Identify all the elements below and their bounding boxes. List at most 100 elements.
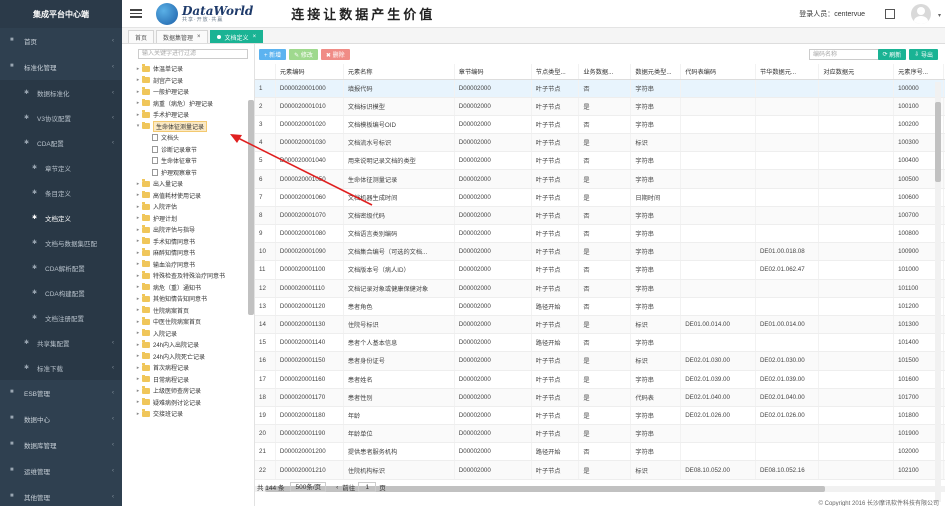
tree-node[interactable]: ▸ 24h内入出院记录 <box>122 339 254 351</box>
tree-node[interactable]: 生命体征章节 <box>122 155 254 167</box>
close-icon[interactable]: × <box>197 34 201 40</box>
tree-node[interactable]: ▸ 交接班记录 <box>122 408 254 420</box>
tree-node[interactable]: 诊断记录章节 <box>122 144 254 156</box>
tree-node[interactable]: ▸ 手术知情同意书 <box>122 236 254 248</box>
column-header[interactable]: 业务数据... <box>578 64 632 80</box>
tree-node[interactable]: ▸ 入院评估 <box>122 201 254 213</box>
table-row[interactable]: 4 D000020001030 文档流水号标识 D00002000 叶子节点是标识 100… <box>255 133 945 153</box>
expand-toggle-icon[interactable]: ▸ <box>134 192 142 198</box>
table-row[interactable]: 16 D000020001150 患者身份证号 D00002000 叶子节点是标识 DE0… <box>255 351 945 371</box>
expand-toggle-icon[interactable]: ▸ <box>134 307 142 313</box>
table-row[interactable]: 3 D000020001020 文档模板编号OID D00002000 叶子节点否字符串… <box>255 115 945 135</box>
tree-node[interactable]: ▸ 输血治疗同意书 <box>122 259 254 271</box>
table-row[interactable]: 17 D000020001160 患者姓名 D00002000 叶子节点是字符串 DE02… <box>255 370 945 389</box>
expand-toggle-icon[interactable]: ▸ <box>134 399 142 405</box>
sidebar-item[interactable]: ✱ 文档定义 <box>0 205 122 230</box>
tree-node[interactable]: ▸ 入院记录 <box>122 328 254 340</box>
expand-toggle-icon[interactable]: ▸ <box>134 342 142 348</box>
sidebar-item[interactable]: ■ 运维管理 ‹ <box>0 458 122 484</box>
table-row[interactable]: 1 D000020001000 填报代码 D00002000 叶子节点否字符串 10000… <box>255 79 945 98</box>
table-row[interactable]: 8 D000020001070 文档密级代码 D00002000 叶子节点否字符串 100… <box>255 206 945 226</box>
expand-toggle-icon[interactable]: ▸ <box>134 388 142 394</box>
expand-toggle-icon[interactable]: ▸ <box>134 238 142 244</box>
sidebar-item[interactable]: ■ 数据库管理 ‹ <box>0 432 122 458</box>
table-row[interactable]: 20 D000020001190 年龄单位 D00002000 叶子节点是字符串 1019… <box>255 424 945 444</box>
table-row[interactable]: 19 D000020001180 年龄 D00002000 叶子节点是字符串 DE02.0… <box>255 406 945 426</box>
expand-toggle-icon[interactable]: ▸ <box>134 227 142 233</box>
tree-node[interactable]: ▸ 首次病程记录 <box>122 362 254 374</box>
expand-toggle-icon[interactable]: ▾ <box>134 123 142 129</box>
expand-toggle-icon[interactable]: ▸ <box>134 284 142 290</box>
column-header[interactable]: 对应数据元 <box>818 64 895 80</box>
tree-node[interactable]: ▸ 出入量记录 <box>122 178 254 190</box>
expand-toggle-icon[interactable]: ▸ <box>134 112 142 118</box>
tree-scrollbar[interactable] <box>248 100 254 315</box>
sidebar-item[interactable]: ✱ 条目定义 <box>0 180 122 205</box>
tree-node[interactable]: ▸ 剖宫产记录 <box>122 75 254 87</box>
expand-toggle-icon[interactable]: ▸ <box>134 66 142 72</box>
table-row[interactable]: 2 D000020001010 文档标识模型 D00002000 叶子节点是字符串 100… <box>255 97 945 116</box>
tree-node[interactable]: ▸ 疑难病例讨论记录 <box>122 397 254 409</box>
tree-node[interactable]: ▸ 高值耗材使用记录 <box>122 190 254 202</box>
table-row[interactable]: 22 D000020001210 住院机构标识 D00002000 叶子节点是标识 DE0… <box>255 460 945 480</box>
edit-button[interactable]: ✎ 修改 <box>289 48 318 60</box>
table-row[interactable]: 7 D000020001060 文档机器生成时间 D00002000 叶子节点是日期时间… <box>255 188 945 207</box>
table-row[interactable]: 6 D000020001050 生命体征测量记录 D00002000 叶子节点是字符串 1… <box>255 169 945 189</box>
tree-node[interactable]: ▸ 病重（病危）护理记录 <box>122 98 254 110</box>
expand-toggle-icon[interactable]: ▸ <box>134 250 142 256</box>
add-button[interactable]: + 新增 <box>259 48 287 60</box>
avatar[interactable] <box>911 4 931 24</box>
export-button[interactable]: ⇩ 导出 <box>909 49 938 60</box>
tree-node[interactable]: ▸ 中医住院病案首页 <box>122 316 254 328</box>
column-header[interactable] <box>255 64 276 80</box>
sidebar-item[interactable]: ✱ 标准下载 ‹ <box>0 355 122 380</box>
sidebar-item[interactable]: ✱ 文档与数据集匹配 <box>0 230 122 255</box>
sidebar-item[interactable]: ✱ 数据标准化 ‹ <box>0 80 122 105</box>
tree-node[interactable]: ▸ 体温单记录 <box>122 63 254 75</box>
table-row[interactable]: 10 D000020001090 文档集合编号（可选的文档... D00002000 叶… <box>255 242 945 262</box>
tree-node[interactable]: 护理观察章节 <box>122 167 254 179</box>
expand-toggle-icon[interactable]: ▸ <box>134 215 142 221</box>
search-input[interactable]: 编码名称 <box>809 49 885 60</box>
tree-node[interactable]: ▸ 出院评估与指导 <box>122 224 254 236</box>
tab-document-definition[interactable]: 文档定义 × <box>209 30 264 43</box>
table-row[interactable]: 9 D000020001080 文档语言类别编码 D00002000 叶子节点否字符串 1… <box>255 224 945 244</box>
table-row[interactable]: 18 D000020001170 患者性别 D00002000 叶子节点是代码表 DE02… <box>255 388 945 407</box>
column-header[interactable]: 节点类型... <box>531 64 580 80</box>
sidebar-item[interactable]: ✱ V3协议配置 ‹ <box>0 105 122 130</box>
sidebar-item[interactable]: ■ 首页 ‹ <box>0 28 122 54</box>
tree-node[interactable]: ▸ 上级医师查房记录 <box>122 385 254 397</box>
tree-node[interactable]: ▸ 护理计划 <box>122 213 254 225</box>
column-header[interactable]: 元素序号... <box>893 64 944 80</box>
chevron-down-icon[interactable]: ▾ <box>938 12 941 19</box>
menu-toggle-icon[interactable] <box>130 7 142 20</box>
expand-toggle-icon[interactable]: ▸ <box>134 376 142 382</box>
delete-button[interactable]: ✖ 删除 <box>320 48 350 60</box>
sidebar-item[interactable]: ✱ 章节定义 <box>0 155 122 180</box>
table-row[interactable]: 13 D000020001120 患者角色 D00002000 路径开始否字符串 1012… <box>255 297 945 316</box>
tree-node[interactable]: ▸ 病危（重）通知书 <box>122 282 254 294</box>
table-row[interactable]: 21 D000020001200 提供患者服务机构 D00002000 路径开始否字符串… <box>255 442 945 462</box>
column-header[interactable]: 代码表编码 <box>680 64 756 80</box>
tree-node[interactable]: 文档头 <box>122 132 254 144</box>
sidebar-item[interactable]: ■ 其他管理 ‹ <box>0 484 122 506</box>
tree-node[interactable]: ▸ 一般护理记录 <box>122 86 254 98</box>
tree-node[interactable]: ▸ 其他知情告知同意书 <box>122 293 254 305</box>
column-header[interactable]: 元素名称 <box>343 64 455 80</box>
column-header[interactable]: 元素编码 <box>275 64 344 80</box>
column-header[interactable]: 章节编码 <box>454 64 532 80</box>
table-row[interactable]: 14 D000020001130 住院号标识 D00002000 叶子节点是标识 DE01… <box>255 315 945 335</box>
sidebar-item[interactable]: ■ 数据中心 ‹ <box>0 406 122 432</box>
sidebar-item[interactable]: ✱ 共享集配置 ‹ <box>0 330 122 355</box>
fullscreen-icon[interactable] <box>885 8 895 19</box>
expand-toggle-icon[interactable]: ▸ <box>134 89 142 95</box>
vertical-scrollbar[interactable] <box>935 82 941 502</box>
table-row[interactable]: 12 D000020001110 文档记录对象或健康保健对象 D00002000 叶子节… <box>255 279 945 298</box>
tree-node[interactable]: ▸ 日常病程记录 <box>122 374 254 386</box>
page-size-select[interactable]: 500条/页 <box>290 482 327 492</box>
tree-search-input[interactable]: 输入关键字进行过滤 <box>138 49 248 59</box>
tree-node[interactable]: ▸ 住院病案首页 <box>122 305 254 317</box>
expand-toggle-icon[interactable]: ▸ <box>134 411 142 417</box>
page-input[interactable]: 1 <box>358 482 377 492</box>
tree-node[interactable]: ▸ 24h内入院死亡记录 <box>122 351 254 363</box>
